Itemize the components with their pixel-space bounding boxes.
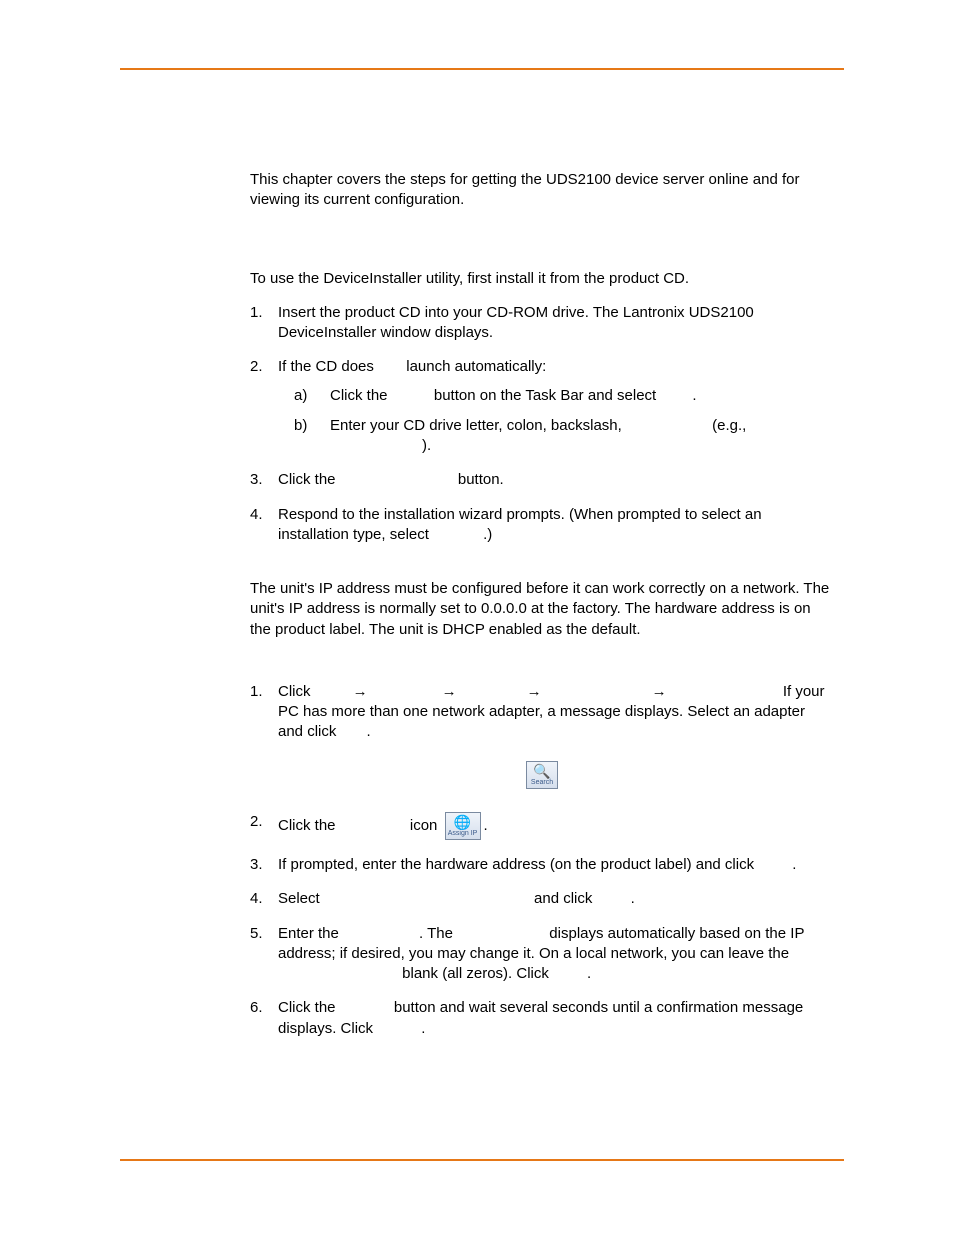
install-substeps: a) Click the button on the Task Bar and … — [278, 386, 834, 457]
list-number: 3. — [250, 470, 263, 490]
list-number: 2. — [250, 812, 263, 832]
list-letter: b) — [294, 416, 307, 436]
step-text: Select and click . — [278, 890, 635, 907]
icon-caption: Assign IP — [448, 830, 478, 837]
install-step-2a: a) Click the button on the Task Bar and … — [278, 386, 834, 406]
install-intro: To use the DeviceInstaller utility, firs… — [250, 269, 834, 289]
spacer — [250, 654, 834, 682]
document-page: This chapter covers the steps for gettin… — [0, 0, 954, 1235]
step-text: Insert the product CD into your CD-ROM d… — [278, 304, 754, 341]
assign-ip-icon-inline: 🌐Assign IP — [445, 812, 481, 841]
globe-icon: 🌐 — [446, 813, 480, 830]
assign-step-6: 6. Click the button and wait several sec… — [250, 998, 834, 1039]
arrow-icon: → — [440, 682, 459, 702]
assign-ip-toolbar-icon: 🌐Assign IP — [445, 812, 481, 840]
search-toolbar-icon: 🔍 Search — [526, 761, 558, 789]
install-step-2b: b) Enter your CD drive letter, colon, ba… — [278, 416, 834, 457]
list-number: 1. — [250, 303, 263, 323]
step-text: Click the button and wait several second… — [278, 999, 803, 1036]
step-text: Enter the . The displays automatically b… — [278, 925, 834, 985]
icon-caption: Search — [531, 779, 553, 786]
substep-text: Enter your CD drive letter, colon, backs… — [330, 417, 746, 454]
step-text: If prompted, enter the hardware address … — [278, 856, 796, 873]
assign-step-3: 3. If prompted, enter the hardware addre… — [250, 855, 834, 875]
install-step-1: 1. Insert the product CD into your CD-RO… — [250, 303, 834, 344]
install-step-4: 4. Respond to the installation wizard pr… — [250, 505, 834, 546]
list-number: 4. — [250, 889, 263, 909]
install-steps: 1. Insert the product CD into your CD-RO… — [250, 303, 834, 545]
step-text: Respond to the installation wizard promp… — [278, 506, 762, 543]
assign-step-2: 2. Click the icon 🌐Assign IP. — [250, 812, 834, 841]
assign-step-1: 1. Click →→→→ If your PC has more than o… — [250, 682, 834, 743]
assign-steps: 1. Click →→→→ If your PC has more than o… — [250, 682, 834, 743]
assign-intro: The unit's IP address must be configured… — [250, 579, 834, 640]
assign-steps-cont: 2. Click the icon 🌐Assign IP. 3. If prom… — [250, 812, 834, 1039]
chapter-intro: This chapter covers the steps for gettin… — [250, 170, 834, 211]
magnifier-icon: 🔍 — [527, 762, 557, 779]
list-letter: a) — [294, 386, 307, 406]
list-number: 4. — [250, 505, 263, 525]
page-content: This chapter covers the steps for gettin… — [250, 170, 834, 1039]
list-number: 5. — [250, 924, 263, 944]
arrow-icon: → — [351, 682, 370, 702]
footer-rule — [120, 1159, 844, 1161]
step-text: If the CD does launch automatically: — [278, 358, 546, 375]
search-icon-figure: 🔍 Search — [250, 761, 834, 790]
step-text: Click the button. — [278, 471, 504, 488]
header-rule — [120, 68, 844, 70]
assign-step-5: 5. Enter the . The displays automaticall… — [250, 924, 834, 985]
wrapped-line: blank (all zeros). Click . — [278, 964, 834, 984]
list-number: 1. — [250, 682, 263, 702]
install-step-3: 3. Click the button. — [250, 470, 834, 490]
install-step-2: 2. If the CD does launch automatically: … — [250, 357, 834, 456]
arrow-icon: → — [525, 682, 544, 702]
arrow-icon: → — [650, 682, 669, 702]
list-number: 3. — [250, 855, 263, 875]
substep-text: Click the button on the Task Bar and sel… — [330, 387, 697, 404]
assign-step-4: 4. Select and click . — [250, 889, 834, 909]
list-number: 2. — [250, 357, 263, 377]
step-text: Click →→→→ If your PC has more than one … — [278, 683, 825, 741]
step-text: Click the icon 🌐Assign IP. — [278, 817, 488, 834]
list-number: 6. — [250, 998, 263, 1018]
